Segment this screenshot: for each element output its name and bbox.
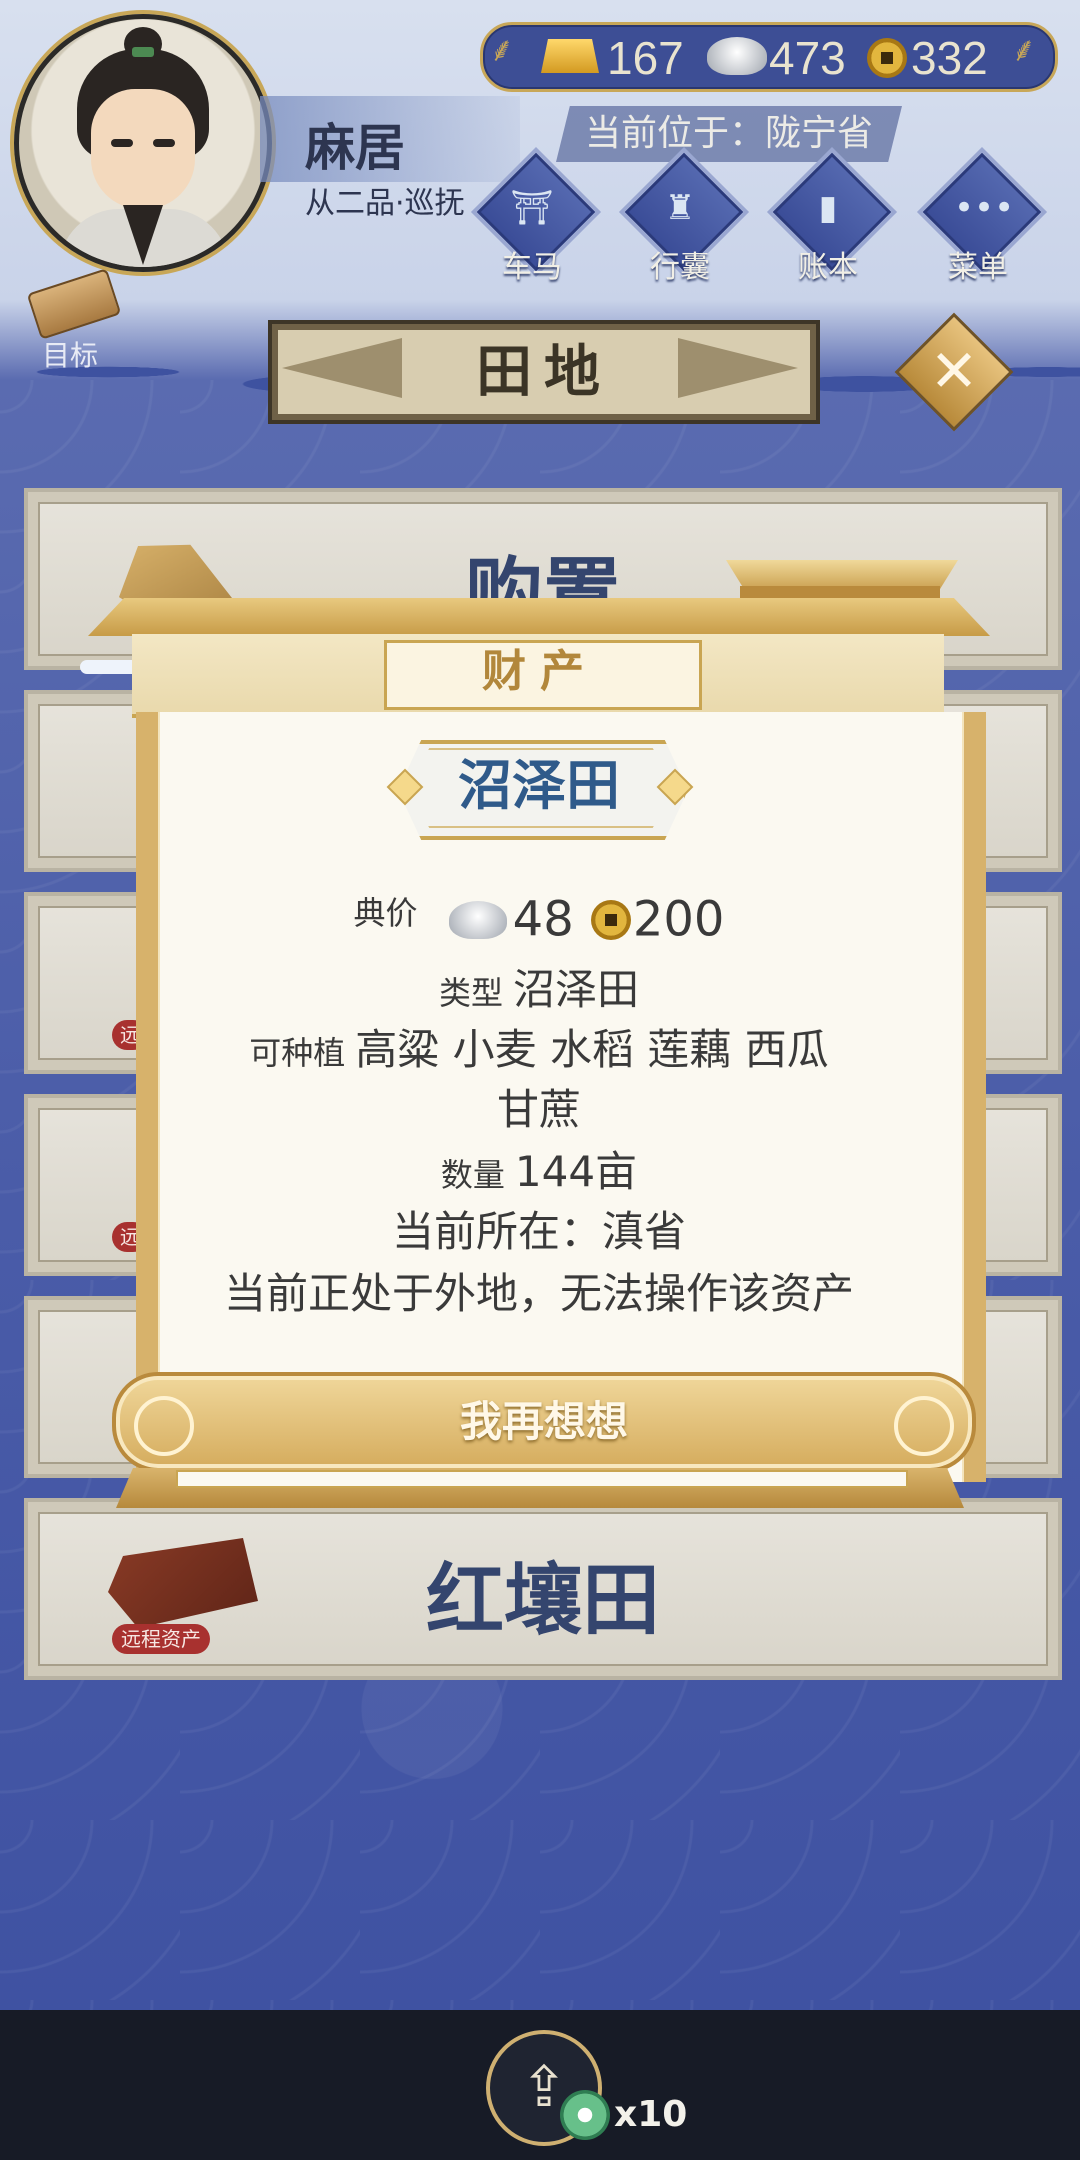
silver-ingot-icon [707, 37, 767, 75]
copper-amount: 332 [911, 32, 988, 84]
menu-carriage-button[interactable]: ⛩ 车马 [470, 146, 602, 286]
type-key: 类型 [438, 974, 503, 1012]
player-rank: 从二品·巡抚 [305, 186, 465, 221]
menu-more-button[interactable]: ••• 菜单 [916, 146, 1048, 286]
type-row: 类型 沼泽田 [136, 956, 942, 1017]
gold-ingot-icon [541, 39, 599, 73]
type-value: 沼泽田 [513, 965, 640, 1014]
price-silver: 48 [512, 891, 574, 948]
asset-name: 沼泽田 [458, 754, 620, 817]
page-title: 田地 [476, 339, 612, 405]
crops-row-continued: 甘蔗 [136, 1076, 942, 1137]
red-soil-field-card[interactable]: 远程资产 红壤田 [24, 1498, 1062, 1680]
crops-key: 可种植 [249, 1034, 346, 1072]
modal-roof [88, 598, 990, 636]
carriage-icon: ⛩ [510, 188, 554, 228]
gold-amount: 167 [607, 32, 684, 84]
jade-token-icon [560, 2090, 610, 2140]
close-icon: ✕ [929, 337, 979, 405]
bamboo-ornament-icon: ⸙ [489, 30, 515, 70]
bag-icon: ♜ [664, 188, 696, 228]
ledger-icon: ▮ [818, 188, 838, 228]
quantity-row: 数量 144亩 [136, 1138, 942, 1199]
price-key: 典价 [353, 894, 418, 932]
player-avatar[interactable] [14, 14, 272, 272]
copper-coin-icon [590, 899, 631, 940]
remote-warning: 当前正处于外地，无法操作该资产 [223, 1269, 854, 1318]
red-soil-field-label: 红壤田 [425, 1555, 660, 1646]
silver-amount: 473 [769, 32, 846, 84]
player-name: 麻居 [305, 118, 405, 177]
current-location-row: 当前所在：滇省 [136, 1198, 942, 1259]
current-location: 当前位于：陇宁省 [556, 106, 902, 162]
crops-row: 可种植 高粱 小麦 水稻 莲藕 西瓜 [136, 1016, 942, 1077]
price-copper: 200 [632, 891, 725, 948]
reward-multiplier: x10 [614, 2094, 688, 2135]
modal-header-title: 财产 [482, 646, 598, 697]
warning-row: 当前正处于外地，无法操作该资产 [136, 1260, 942, 1321]
price-row: 典价 48 200 [136, 888, 942, 948]
crops-value: 高粱 小麦 水稻 莲藕 西瓜 [355, 1025, 829, 1074]
menu-ledger-button[interactable]: ▮ 账本 [766, 146, 898, 286]
reconsider-button[interactable]: 我再想想 [112, 1372, 976, 1472]
silver-ingot-icon [448, 900, 507, 939]
menu-bag-button[interactable]: ♜ 行囊 [618, 146, 750, 286]
asset-current-location: 当前所在：滇省 [391, 1207, 686, 1256]
copper-coin-icon [867, 38, 907, 78]
target-button[interactable]: 目标 [20, 268, 122, 372]
quantity-key: 数量 [440, 1156, 505, 1194]
crops-value-continued: 甘蔗 [496, 1085, 581, 1134]
bamboo-ornament-icon: ⸙ [1011, 30, 1037, 70]
currency-bar: ⸙ 167 473 332 ⸙ [480, 22, 1058, 92]
more-icon: ••• [954, 188, 1015, 228]
page-title-frame: 田地 [268, 320, 820, 424]
quantity-value: 144亩 [514, 1147, 638, 1196]
